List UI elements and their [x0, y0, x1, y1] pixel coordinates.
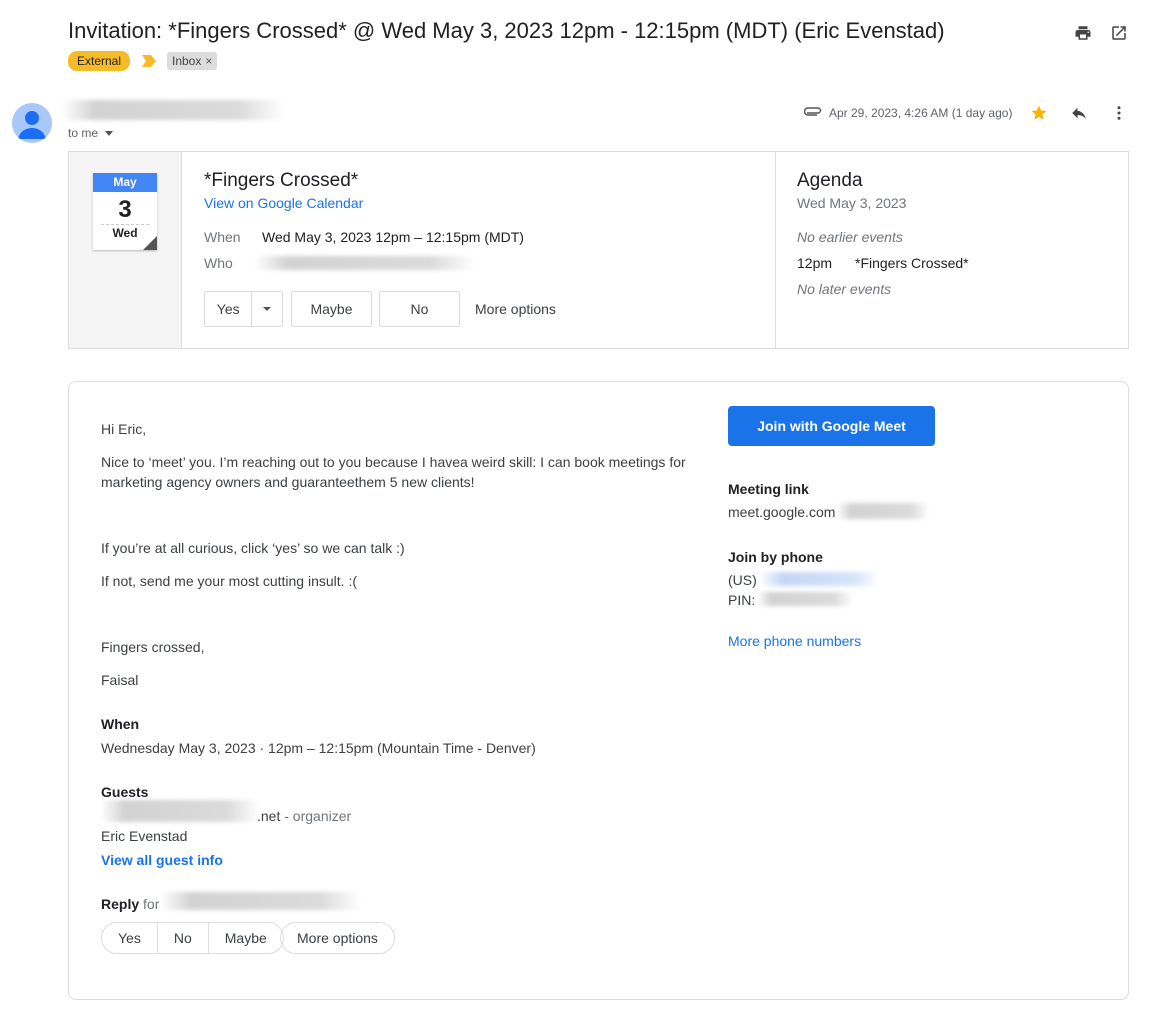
recipient-label: to me [68, 126, 99, 140]
rsvp-more-options-button[interactable]: More options [475, 301, 556, 317]
chevron-down-icon[interactable] [252, 307, 282, 311]
meeting-link-redacted [837, 503, 929, 519]
email-date: Apr 29, 2023, 4:26 AM (1 day ago) [829, 106, 1013, 120]
open-in-new-window-icon[interactable] [1107, 21, 1131, 45]
calendar-fold-icon [143, 236, 157, 250]
print-icon[interactable] [1071, 21, 1095, 45]
reply-yes-button[interactable]: Yes [102, 923, 158, 953]
rsvp-yes-label: Yes [216, 301, 240, 317]
more-vert-icon[interactable] [1107, 101, 1131, 125]
when-value: Wed May 3, 2023 12pm – 12:15pm (MDT) [262, 229, 524, 245]
reply-no-button[interactable]: No [158, 923, 209, 953]
view-on-calendar-link[interactable]: View on Google Calendar [204, 195, 363, 211]
recipient-dropdown[interactable]: to me [68, 126, 114, 140]
agenda-title: Agenda [797, 170, 863, 191]
rsvp-no-button[interactable]: No [379, 291, 460, 327]
agenda-event-name[interactable]: *Fingers Crossed* [855, 255, 969, 271]
star-icon[interactable] [1027, 101, 1051, 125]
meeting-link-heading: Meeting link [728, 481, 809, 497]
agenda-no-later: No later events [797, 281, 892, 297]
rsvp-yes-button[interactable]: Yes [204, 291, 283, 327]
agenda-date: Wed May 3, 2023 [797, 195, 907, 211]
calendar-icon-panel: May 3 Wed [69, 152, 182, 348]
email-body-card: Hi Eric, Nice to ‘meet’ you. I’m reachin… [68, 381, 1129, 1000]
label-inbox[interactable]: Inbox × [167, 52, 218, 70]
email-subject: Invitation: *Fingers Crossed* @ Wed May … [68, 18, 945, 43]
who-value-redacted [255, 256, 475, 270]
more-phone-numbers-link[interactable]: More phone numbers [728, 631, 861, 651]
reply-maybe-button[interactable]: Maybe [209, 923, 283, 953]
calendar-invite-card: May 3 Wed *Fingers Crossed* View on Goog… [68, 151, 1129, 349]
avatar[interactable] [12, 103, 52, 143]
when-detail: Wednesday May 3, 2023 · 12pm – 12:15pm (… [101, 740, 536, 756]
rsvp-maybe-button[interactable]: Maybe [291, 291, 372, 327]
reply-for-email-redacted [161, 892, 361, 910]
guest-eric[interactable]: Eric Evenstad [101, 826, 187, 846]
join-google-meet-button[interactable]: Join with Google Meet [728, 406, 935, 446]
reply-icon[interactable] [1067, 101, 1091, 125]
pin-prefix: PIN: [728, 592, 756, 608]
calendar-icon: May 3 Wed [93, 173, 157, 250]
guest-organizer-role: - organizer [280, 808, 352, 824]
reply-label: Reply [101, 896, 140, 912]
calendar-day: 3 [118, 196, 132, 223]
guest-email-redacted [101, 800, 259, 822]
event-title: *Fingers Crossed* [204, 170, 359, 191]
calendar-month: May [93, 173, 157, 192]
phone-prefix: (US) [728, 572, 757, 588]
join-by-phone-heading: Join by phone [728, 549, 823, 565]
body-paragraph-1: Nice to ‘meet’ you. I’m reaching out to … [101, 454, 686, 490]
label-inbox-text: Inbox [172, 54, 202, 68]
body-paragraph-3: If not, send me your most cutting insult… [101, 573, 357, 589]
attachment-icon [803, 106, 822, 124]
who-label: Who [204, 255, 233, 271]
body-paragraph-2: If you’re at all curious, click ‘yes’ so… [101, 540, 405, 556]
phone-number-redacted[interactable] [759, 572, 879, 586]
sender-name-redacted [62, 100, 284, 120]
remove-label-icon[interactable]: × [205, 54, 212, 68]
guest-organizer-domain: .net [257, 808, 281, 824]
when-heading: When [101, 716, 140, 732]
reply-for-text: for [139, 896, 160, 912]
reply-more-options-button[interactable]: More options [280, 922, 395, 954]
agenda-event-time: 12pm [797, 255, 833, 271]
important-marker-icon[interactable] [142, 54, 156, 67]
meeting-link-value[interactable]: meet.google.com [728, 502, 835, 522]
agenda-no-earlier: No earlier events [797, 229, 903, 245]
chevron-down-icon [105, 131, 114, 137]
reply-button-group: Yes No Maybe [101, 922, 284, 954]
agenda-panel: Agenda Wed May 3, 2023 No earlier events… [775, 152, 1129, 348]
signoff: Fingers crossed, [101, 639, 205, 655]
label-external[interactable]: External [68, 51, 131, 71]
reply-for-label: Reply for [101, 894, 159, 914]
signature-name: Faisal [101, 672, 139, 688]
calendar-weekday: Wed [101, 224, 149, 241]
pin-redacted [757, 592, 853, 606]
when-label: When [204, 229, 241, 245]
guest-organizer[interactable]: .net - organizer [257, 806, 351, 826]
view-all-guests-link[interactable]: View all guest info [101, 850, 223, 870]
guests-heading: Guests [101, 784, 149, 800]
greeting: Hi Eric, [101, 421, 147, 437]
